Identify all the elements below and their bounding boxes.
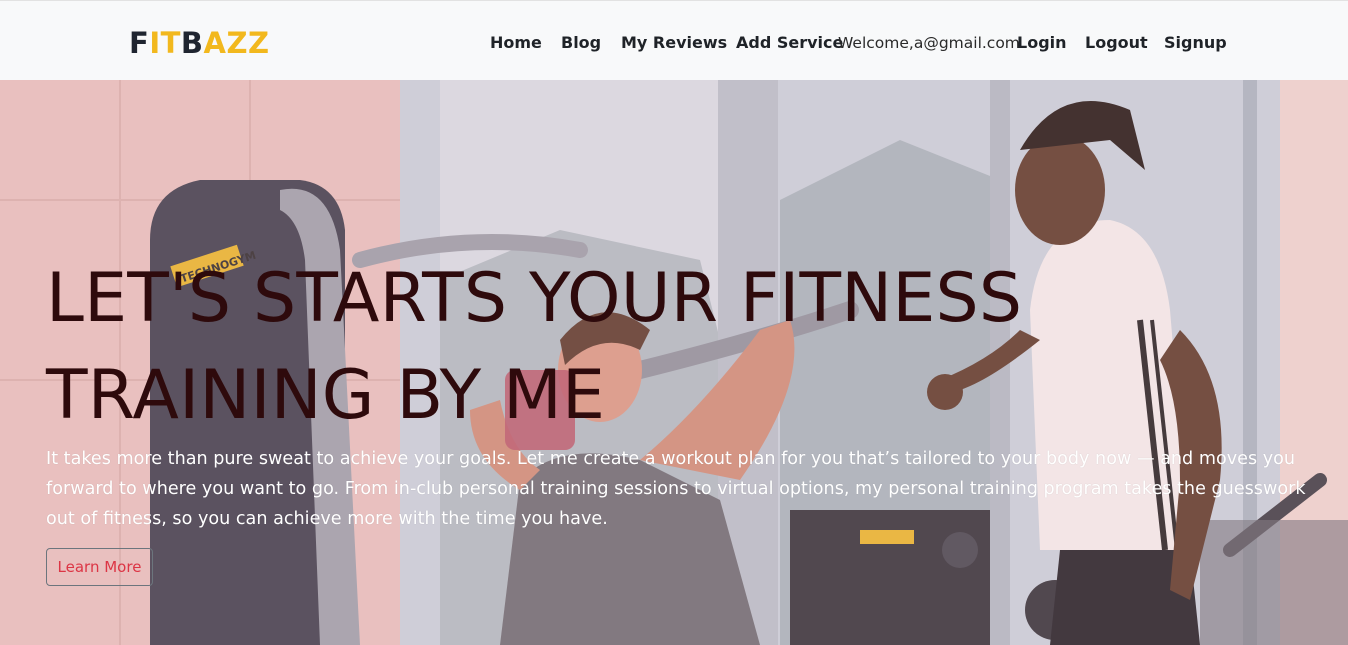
nav-link-logout[interactable]: Logout	[1085, 32, 1148, 54]
brand-letters-azz: AZZ	[203, 26, 270, 60]
nav-link-home[interactable]: Home	[490, 32, 542, 54]
nav-link-my-reviews[interactable]: My Reviews	[621, 32, 727, 54]
nav-link-add-service[interactable]: Add Service	[736, 32, 843, 54]
welcome-user-text: Welcome,a@gmail.com	[838, 34, 1020, 52]
hero-headline-line-2: TRAINING BY ME	[46, 356, 606, 435]
brand-letter-f: F	[129, 26, 150, 60]
nav-link-login[interactable]: Login	[1017, 32, 1067, 54]
brand-letters-it: IT	[149, 26, 181, 60]
learn-more-button[interactable]: Learn More	[46, 548, 153, 586]
hero-section: TECHNOGYM LET'S STARTS YOUR FITNESS TRAI…	[0, 80, 1348, 645]
nav-link-signup[interactable]: Signup	[1164, 32, 1227, 54]
top-navbar: FITBAZZ Home Blog My Reviews Add Service…	[0, 0, 1348, 80]
hero-headline: LET'S STARTS YOUR FITNESS TRAINING BY ME	[46, 250, 1196, 444]
hero-headline-line-1: LET'S STARTS YOUR FITNESS	[46, 259, 1023, 338]
brand-logo[interactable]: FITBAZZ	[129, 26, 270, 60]
nav-link-blog[interactable]: Blog	[561, 32, 601, 54]
hero-description: It takes more than pure sweat to achieve…	[46, 449, 1306, 529]
brand-letter-b: B	[180, 26, 204, 60]
